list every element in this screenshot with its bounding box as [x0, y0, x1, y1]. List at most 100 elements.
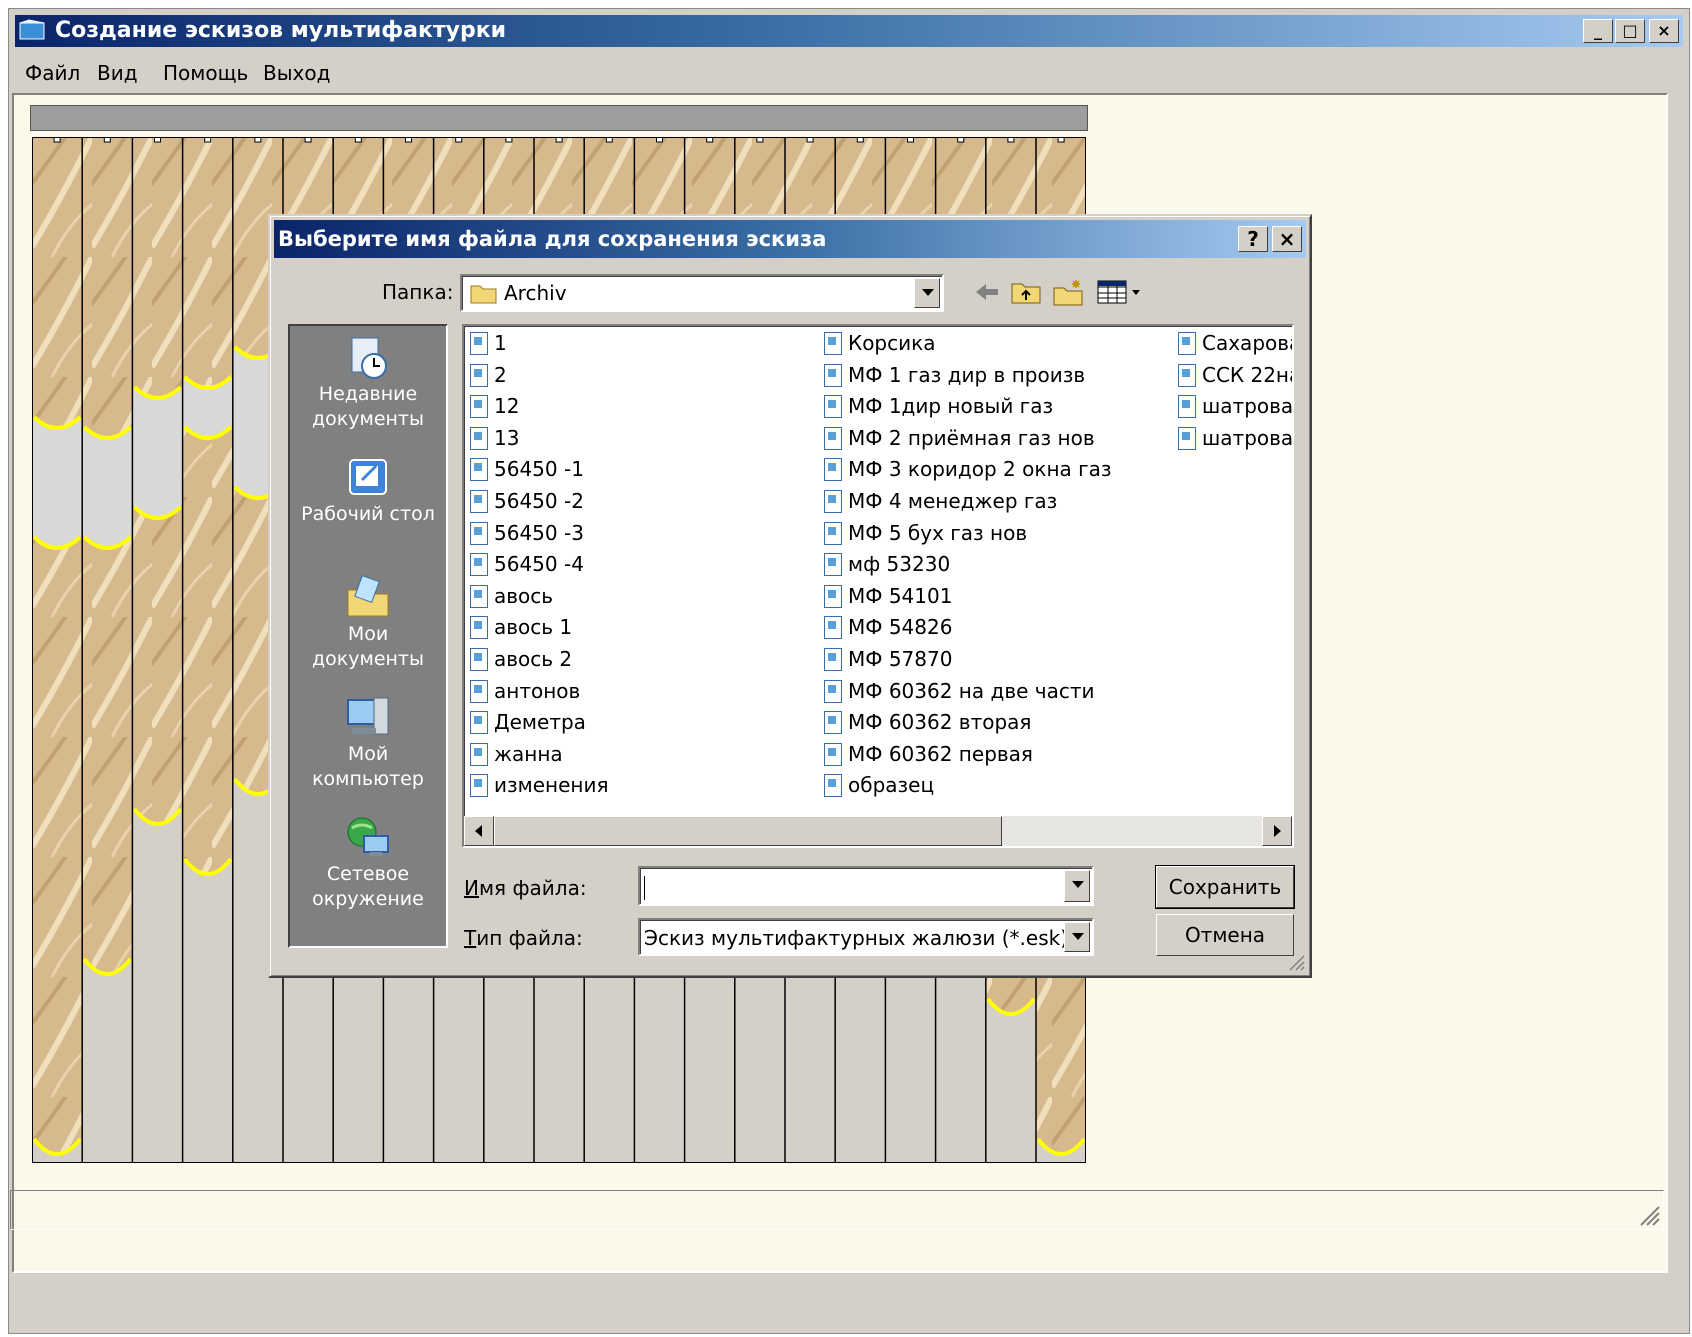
- dialog-titlebar[interactable]: Выберите имя файла для сохранения эскиза…: [274, 220, 1306, 258]
- place-label: Мои: [347, 623, 389, 645]
- file-name: МФ 54826: [848, 615, 953, 640]
- file-list[interactable]: 1 2 12 13 56450 -1 56450 -2 56450 -3 56450 -4 ав…: [462, 324, 1294, 848]
- file-name: ССК 22на: [1202, 362, 1294, 387]
- view-menu-icon[interactable]: [1096, 278, 1142, 306]
- my-computer-icon: [347, 697, 389, 735]
- file-name: изменения: [494, 773, 609, 798]
- file-name: жанна: [494, 741, 563, 766]
- file-icon: [824, 395, 842, 419]
- dialog-close-button[interactable]: ×: [1272, 226, 1302, 252]
- file-name: шатрова1: [1202, 425, 1294, 450]
- blind-slat[interactable]: [181, 137, 233, 1163]
- place-recent-documents[interactable]: Недавние документы: [290, 334, 446, 432]
- file-icon: [824, 616, 842, 640]
- file-icon: [470, 521, 488, 545]
- maximize-button[interactable]: □: [1615, 19, 1645, 43]
- menu-view[interactable]: Вид: [97, 61, 138, 85]
- file-name: авось: [494, 583, 554, 608]
- filetype-dropdown-button[interactable]: [1064, 922, 1090, 952]
- folder-combo[interactable]: Archiv: [460, 274, 944, 312]
- file-icon: [1178, 426, 1196, 450]
- file-icon: [470, 458, 488, 482]
- file-icon: [1178, 363, 1196, 387]
- scroll-thumb[interactable]: [494, 816, 1002, 846]
- minimize-button[interactable]: _: [1583, 19, 1613, 43]
- close-button[interactable]: ×: [1649, 19, 1679, 43]
- new-folder-icon[interactable]: [1052, 278, 1086, 308]
- place-label: документы: [312, 648, 424, 670]
- place-label: документы: [312, 408, 424, 430]
- save-button[interactable]: Сохранить: [1155, 865, 1295, 909]
- blind-slat[interactable]: [131, 137, 183, 1163]
- folder-value: Archiv: [504, 281, 567, 305]
- folder-icon: [470, 285, 497, 304]
- filename-dropdown-button[interactable]: [1064, 870, 1090, 902]
- file-icon: [1178, 395, 1196, 419]
- filename-input[interactable]: [638, 866, 1094, 906]
- horizontal-scrollbar[interactable]: [464, 816, 1292, 846]
- scroll-right-button[interactable]: [1262, 816, 1292, 846]
- filetype-value: Эскиз мультифактурных жалюзи (*.esk): [644, 926, 1069, 950]
- file-icon: [824, 332, 842, 355]
- desktop-icon: [349, 459, 387, 495]
- dialog-help-button[interactable]: ?: [1238, 226, 1268, 252]
- filetype-label: Тип файла:: [464, 926, 583, 950]
- menu-bar: Файл Вид Помощь Выход: [15, 59, 1683, 89]
- file-name: мф 53230: [848, 552, 951, 577]
- file-icon: [824, 363, 842, 387]
- cancel-button[interactable]: Отмена: [1156, 914, 1294, 956]
- back-arrow-icon[interactable]: [972, 278, 1002, 306]
- place-network[interactable]: Сетевое окружение: [290, 814, 446, 912]
- file-name: МФ 57870: [848, 647, 953, 671]
- file-name: Корсика: [848, 331, 936, 355]
- file-icon: [470, 616, 488, 640]
- file-icon: [470, 490, 488, 513]
- file-name: 56450 -4: [494, 552, 584, 577]
- menu-exit[interactable]: Выход: [263, 61, 330, 85]
- folder-label: Папка:: [382, 280, 454, 304]
- app-title: Создание эскизов мультифактурки: [55, 18, 507, 43]
- file-icon: [824, 774, 842, 798]
- file-name: МФ 2 приёмная газ нов: [848, 425, 1095, 450]
- my-documents-icon: [347, 574, 389, 617]
- menu-file[interactable]: Файл: [25, 61, 80, 85]
- file-icon: [470, 363, 488, 387]
- file-name: МФ 60362 вторая: [848, 710, 1032, 735]
- file-name: 56450 -3: [494, 520, 584, 545]
- place-label: Недавние: [318, 383, 418, 405]
- place-my-computer[interactable]: Мой компьютер: [290, 694, 446, 792]
- file-name: МФ 54101: [848, 583, 953, 608]
- blind-top-rail: [30, 105, 1088, 131]
- file-icon: [470, 395, 488, 419]
- file-name: 56450 -2: [494, 489, 584, 513]
- up-folder-icon[interactable]: [1010, 278, 1042, 306]
- file-name: образец: [848, 773, 935, 798]
- resize-grip-icon[interactable]: [1637, 1203, 1661, 1227]
- place-desktop[interactable]: Рабочий стол: [290, 454, 446, 527]
- filename-label: Имя файла:: [464, 876, 587, 900]
- file-name: 12: [494, 394, 520, 419]
- file-icon: [824, 584, 842, 608]
- place-label: Мой: [347, 743, 389, 765]
- menu-help[interactable]: Помощь: [163, 61, 248, 85]
- filetype-select[interactable]: Эскиз мультифактурных жалюзи (*.esk): [638, 918, 1094, 956]
- arrow-left-icon: [475, 825, 482, 837]
- places-bar: Недавние документы Рабочий стол Мои документ…: [288, 324, 448, 948]
- dialog-resize-grip-icon[interactable]: [1286, 952, 1306, 972]
- folder-dropdown-button[interactable]: [914, 278, 940, 308]
- place-label: Рабочий стол: [301, 503, 435, 525]
- file-icon: [470, 742, 488, 766]
- file-name: МФ 3 коридор 2 окна газ: [848, 457, 1112, 482]
- scroll-left-button[interactable]: [464, 816, 494, 846]
- file-icon: [824, 711, 842, 735]
- file-icon: [470, 679, 488, 703]
- place-label: компьютер: [312, 768, 424, 790]
- place-my-documents[interactable]: Мои документы: [290, 574, 446, 672]
- file-icon: [470, 774, 488, 798]
- blind-slat[interactable]: [32, 137, 83, 1163]
- file-name: шатрова: [1202, 394, 1294, 419]
- dialog-title: Выберите имя файла для сохранения эскиза: [278, 227, 827, 251]
- place-label: Сетевое: [326, 863, 410, 885]
- app-titlebar[interactable]: Создание эскизов мультифактурки _ □ ×: [15, 15, 1683, 47]
- blind-slat[interactable]: [81, 137, 133, 1163]
